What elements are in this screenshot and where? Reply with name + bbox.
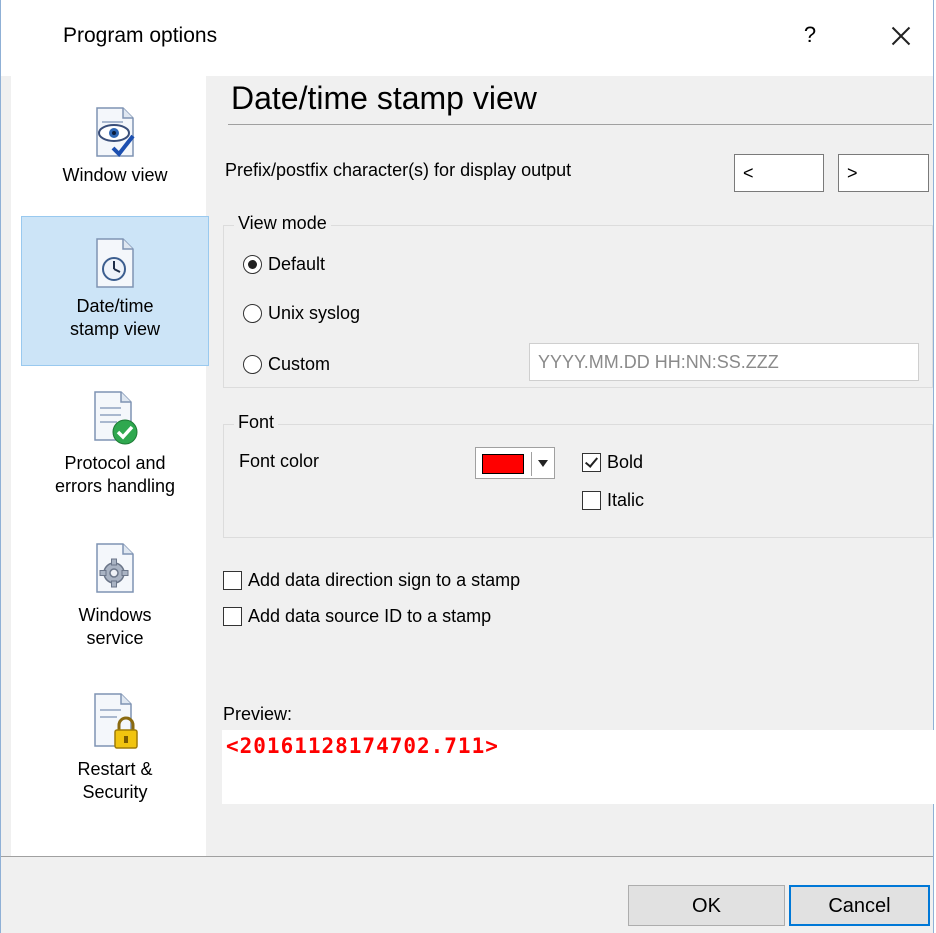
preview-label: Preview:	[223, 704, 293, 724]
green-check-icon	[94, 391, 138, 445]
title-divider	[228, 124, 932, 125]
radio-custom[interactable]: Custom	[243, 351, 330, 377]
help-button[interactable]: ?	[795, 22, 825, 48]
font-color-picker[interactable]	[475, 447, 555, 479]
radio-default[interactable]: Default	[243, 251, 325, 277]
bold-checkbox[interactable]	[582, 452, 601, 472]
program-options-dialog: Program options ? Window view Date/time …	[0, 0, 934, 933]
sidebar-item-restart-security[interactable]: Restart & Security	[23, 688, 207, 822]
font-legend: Font	[234, 412, 279, 433]
custom-format-input[interactable]	[529, 343, 919, 381]
bold-label: Bold	[607, 451, 644, 472]
sidebar-item-label: errors handling	[54, 476, 176, 496]
sidebar-item-label: Security	[82, 782, 148, 802]
color-swatch	[482, 454, 524, 474]
page-title: Date/time stamp view	[231, 80, 537, 116]
eye-check-icon	[96, 107, 135, 158]
title-bar: Program options ?	[1, 0, 933, 76]
ok-button[interactable]: OK	[628, 885, 785, 926]
font-group: Font	[223, 412, 933, 538]
italic-checkbox[interactable]	[582, 490, 601, 510]
radio-button[interactable]	[243, 303, 262, 323]
sidebar-item-windows-service[interactable]: Windows service	[23, 534, 207, 666]
sidebar-item-label: stamp view	[69, 319, 161, 339]
close-icon[interactable]	[881, 18, 921, 54]
bold-checkbox-row[interactable]: Bold	[582, 449, 643, 475]
sidebar-item-label: Restart &	[77, 759, 153, 779]
radio-unix-syslog[interactable]: Unix syslog	[243, 300, 360, 326]
cancel-button[interactable]: Cancel	[789, 885, 930, 926]
postfix-input[interactable]	[838, 154, 929, 192]
sidebar-item-protocol-errors[interactable]: Protocol and errors handling	[23, 382, 207, 516]
preview-text: <20161128174702.711>	[226, 734, 499, 758]
sidebar-item-label: service	[86, 628, 144, 648]
clock-icon	[96, 238, 134, 288]
footer-divider	[1, 856, 933, 857]
sidebar-item-window-view[interactable]: Window view	[23, 88, 207, 200]
radio-label: Default	[268, 253, 326, 274]
preview-box: <20161128174702.711>	[222, 730, 934, 804]
prefix-postfix-label: Prefix/postfix character(s) for display …	[225, 160, 572, 180]
italic-label: Italic	[607, 489, 645, 510]
add-direction-label: Add data direction sign to a stamp	[248, 569, 521, 590]
chevron-down-icon	[538, 460, 548, 467]
gear-icon	[96, 543, 134, 593]
add-source-label: Add data source ID to a stamp	[248, 605, 492, 626]
radio-button[interactable]	[243, 354, 262, 374]
sidebar-item-label: Windows	[78, 605, 152, 625]
dropdown-separator	[531, 452, 532, 476]
sidebar-item-label: Protocol and	[64, 453, 166, 473]
sidebar-item-date-time-stamp-view[interactable]: Date/time stamp view	[21, 216, 209, 366]
radio-button[interactable]	[243, 254, 262, 274]
view-mode-legend: View mode	[234, 213, 331, 234]
font-color-label: Font color	[239, 451, 320, 471]
add-direction-checkbox[interactable]	[223, 570, 242, 590]
italic-checkbox-row[interactable]: Italic	[582, 487, 644, 513]
lock-icon	[94, 693, 138, 749]
add-direction-row[interactable]: Add data direction sign to a stamp	[223, 567, 520, 593]
radio-label: Custom	[268, 353, 331, 374]
add-source-checkbox[interactable]	[223, 606, 242, 626]
sidebar-item-label: Date/time	[76, 296, 154, 316]
sidebar: Window view Date/time stamp view Protoco…	[11, 76, 209, 856]
radio-label: Unix syslog	[268, 302, 361, 323]
add-source-row[interactable]: Add data source ID to a stamp	[223, 603, 491, 629]
window-title: Program options	[63, 24, 218, 47]
sidebar-item-label: Window view	[62, 165, 168, 185]
prefix-input[interactable]	[734, 154, 824, 192]
